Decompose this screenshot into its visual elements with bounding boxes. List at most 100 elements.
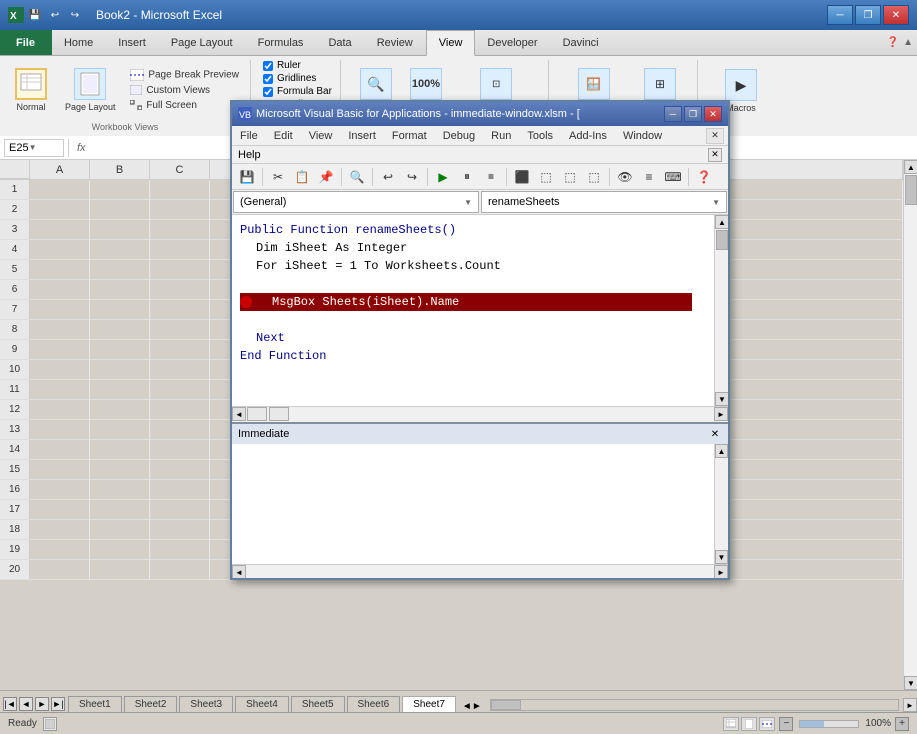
scroll-sheets-end-btn[interactable]: ►| <box>51 697 65 711</box>
tab-view[interactable]: View <box>426 30 476 56</box>
scrollbar-thumb[interactable] <box>905 175 917 205</box>
vba-scroll-track[interactable] <box>715 229 728 392</box>
sheet-tab-6[interactable]: Sheet6 <box>347 696 401 712</box>
vba-help-label[interactable]: Help <box>238 149 261 161</box>
immediate-text-area[interactable] <box>232 444 714 564</box>
cell-a1[interactable] <box>30 180 90 199</box>
tab-review[interactable]: Review <box>365 30 426 55</box>
page-layout-status-btn[interactable] <box>741 717 757 731</box>
vba-window-close-small[interactable]: ✕ <box>706 128 724 144</box>
normal-view-status-btn[interactable] <box>723 717 739 731</box>
code-tab-1[interactable] <box>247 407 267 421</box>
vba-menu-file[interactable]: File <box>232 126 266 145</box>
code-hscroll-left[interactable]: ◄ <box>232 407 246 421</box>
ruler-check[interactable]: Ruler <box>263 60 301 71</box>
vba-scroll-thumb[interactable] <box>716 230 728 250</box>
minimize-btn[interactable]: ─ <box>827 5 853 25</box>
vba-v-scrollbar[interactable]: ▲ ▼ <box>714 215 728 406</box>
vba-menu-tools[interactable]: Tools <box>519 126 561 145</box>
vba-general-selector[interactable]: (General) ▼ <box>233 191 479 213</box>
formula-bar-check[interactable]: Formula Bar <box>263 86 332 97</box>
vba-close-btn[interactable]: ✕ <box>704 106 722 122</box>
tab-formulas[interactable]: Formulas <box>246 30 317 55</box>
code-text-area[interactable]: Public Function renameSheets() Dim iShee… <box>232 215 700 406</box>
sheet-tab-7[interactable]: Sheet7 <box>402 696 456 712</box>
restore-btn[interactable]: ❐ <box>855 5 881 25</box>
imm-scroll-track[interactable] <box>715 458 728 550</box>
vba-tb-locals[interactable]: ≡ <box>638 166 660 188</box>
zoom-in-btn[interactable]: + <box>895 717 909 731</box>
vba-scroll-down-btn[interactable]: ▼ <box>715 392 728 406</box>
zoom-slider[interactable] <box>799 720 859 728</box>
imm-scroll-down[interactable]: ▼ <box>715 550 728 564</box>
vba-menu-view[interactable]: View <box>301 126 341 145</box>
vba-tb-paste[interactable]: 📌 <box>315 166 337 188</box>
scroll-sheets-prev-btn[interactable]: ◄ <box>19 697 33 711</box>
immediate-v-scroll[interactable]: ▲ ▼ <box>714 444 728 564</box>
scroll-up-btn[interactable]: ▲ <box>904 160 917 174</box>
scrollbar-track[interactable] <box>904 174 917 676</box>
vba-tb-immediate[interactable]: ⌨ <box>662 166 684 188</box>
sheet-tab-5[interactable]: Sheet5 <box>291 696 345 712</box>
vba-procedure-selector[interactable]: renameSheets ▼ <box>481 191 727 213</box>
imm-hscroll-right[interactable]: ► <box>714 565 728 578</box>
vba-menu-edit[interactable]: Edit <box>266 126 301 145</box>
sheet-tab-4[interactable]: Sheet4 <box>235 696 289 712</box>
cell-b1[interactable] <box>90 180 150 199</box>
vba-tb-help[interactable]: ❓ <box>693 166 715 188</box>
vba-menu-insert[interactable]: Insert <box>340 126 384 145</box>
scroll-down-btn[interactable]: ▼ <box>904 676 917 690</box>
sheet-tab-3[interactable]: Sheet3 <box>179 696 233 712</box>
cell-reference-box[interactable]: E25 ▼ <box>4 139 64 157</box>
tab-file[interactable]: File <box>0 30 52 55</box>
h-scroll-thumb[interactable] <box>491 700 521 710</box>
sheet-tab-2[interactable]: Sheet2 <box>124 696 178 712</box>
code-editor[interactable]: Public Function renameSheets() Dim iShee… <box>232 215 714 406</box>
vba-tb-cut[interactable]: ✂ <box>267 166 289 188</box>
scroll-sheets-start-btn[interactable]: |◄ <box>3 697 17 711</box>
vba-tb-run[interactable]: ▶ <box>432 166 454 188</box>
save-quick-btn[interactable]: 💾 <box>26 6 44 24</box>
vba-tb-stop[interactable]: ⏹ <box>480 166 502 188</box>
help-icon[interactable]: ❓ <box>887 37 899 48</box>
vba-tb-copy[interactable]: 📋 <box>291 166 313 188</box>
vba-minimize-btn[interactable]: ─ <box>664 106 682 122</box>
tab-data[interactable]: Data <box>316 30 364 55</box>
tab-developer[interactable]: Developer <box>475 30 550 55</box>
vba-menu-run[interactable]: Run <box>483 126 519 145</box>
vba-menu-debug[interactable]: Debug <box>435 126 483 145</box>
code-hscroll-right[interactable]: ► <box>714 407 728 421</box>
custom-views-btn[interactable]: Custom Views <box>127 84 242 97</box>
vba-tb-redo[interactable]: ↪ <box>401 166 423 188</box>
close-btn[interactable]: ✕ <box>883 5 909 25</box>
vba-tb-pause[interactable]: ⏸ <box>456 166 478 188</box>
cell-c1[interactable] <box>150 180 210 199</box>
tab-davinci[interactable]: Davinci <box>551 30 612 55</box>
vba-tb-find[interactable]: 🔍 <box>346 166 368 188</box>
ribbon-minimize-icon[interactable]: ▲ <box>903 37 913 48</box>
h-scroll-track[interactable] <box>490 699 899 711</box>
vba-tb-undo[interactable]: ↩ <box>377 166 399 188</box>
vba-menu-format[interactable]: Format <box>384 126 435 145</box>
tab-home[interactable]: Home <box>52 30 106 55</box>
page-layout-btn[interactable]: Page Layout <box>58 63 123 117</box>
vba-tb-stepover[interactable]: ⬚ <box>559 166 581 188</box>
vba-tb-save[interactable]: 💾 <box>236 166 258 188</box>
tab-page-layout[interactable]: Page Layout <box>159 30 246 55</box>
vba-tb-step[interactable]: ⬚ <box>535 166 557 188</box>
page-break-preview-btn[interactable]: Page Break Preview <box>127 68 242 82</box>
undo-quick-btn[interactable]: ↩ <box>46 6 64 24</box>
imm-scroll-up[interactable]: ▲ <box>715 444 728 458</box>
sheet-tab-1[interactable]: Sheet1 <box>68 696 122 712</box>
vba-menu-window[interactable]: Window <box>615 126 670 145</box>
code-tab-2[interactable] <box>269 407 289 421</box>
page-break-status-btn[interactable] <box>759 717 775 731</box>
vba-restore-btn[interactable]: ❐ <box>684 106 702 122</box>
vba-help-close-btn[interactable]: ✕ <box>708 148 722 162</box>
vba-tb-watch[interactable]: 👁 <box>614 166 636 188</box>
gridlines-check[interactable]: Gridlines <box>263 73 316 84</box>
vba-tb-stepout[interactable]: ⬚ <box>583 166 605 188</box>
vba-tb-breakpoint[interactable]: ⬛ <box>511 166 533 188</box>
h-scroll-right-btn[interactable]: ► <box>903 698 917 712</box>
vba-menu-addins[interactable]: Add-Ins <box>561 126 615 145</box>
